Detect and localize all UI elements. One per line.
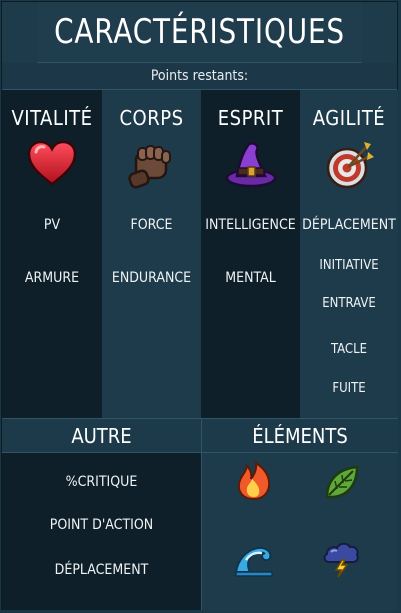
target-arrows-icon: [326, 142, 374, 189]
stat-mental[interactable]: MENTAL: [201, 270, 300, 286]
stat-deplacement[interactable]: DÉPLACEMENT: [300, 217, 398, 233]
stat-autre-deplacement[interactable]: DÉPLACEMENT: [2, 562, 201, 578]
column-corps: CORPS FORCE ENDURANCE: [102, 90, 201, 419]
column-agilite: AGILITÉ DÉPLACEMENT INITIATIVE ENTRAVE T…: [300, 90, 398, 419]
characteristics-panel: CARACTÉRISTIQUES Points restants: VITALI…: [1, 1, 398, 610]
elements-section: [202, 453, 398, 610]
stat-critique[interactable]: %CRITIQUE: [2, 474, 201, 490]
stat-force[interactable]: FORCE: [102, 217, 201, 233]
column-title-vitalite: VITALITÉ: [11, 106, 93, 130]
section-title-elements: ÉLÉMENTS: [202, 419, 398, 453]
fire-icon[interactable]: [234, 461, 274, 501]
autre-section: %CRITIQUE POINT D'ACTION DÉPLACEMENT: [2, 453, 201, 610]
leaf-icon[interactable]: [321, 463, 361, 503]
column-title-agilite: AGILITÉ: [312, 106, 386, 130]
stat-intelligence[interactable]: INTELLIGENCE: [201, 217, 300, 233]
section-title-autre: AUTRE: [2, 419, 201, 453]
stat-endurance[interactable]: ENDURANCE: [102, 270, 201, 286]
stat-pv[interactable]: PV: [2, 217, 102, 233]
stat-entrave[interactable]: ENTRAVE: [300, 296, 398, 311]
stat-tacle[interactable]: TACLE: [300, 342, 398, 357]
column-vitalite: VITALITÉ PV ARMURE: [2, 90, 102, 419]
stat-fuite[interactable]: FUITE: [300, 381, 398, 396]
storm-cloud-icon[interactable]: [321, 538, 361, 578]
stat-armure[interactable]: ARMURE: [2, 270, 102, 286]
stat-point-action[interactable]: POINT D'ACTION: [2, 517, 201, 533]
stat-initiative[interactable]: INITIATIVE: [300, 258, 398, 273]
water-wave-icon[interactable]: [234, 538, 274, 578]
remaining-points-label: Points restants:: [2, 63, 397, 90]
wizard-hat-icon: [225, 142, 276, 188]
panel-title: CARACTÉRISTIQUES: [37, 2, 362, 63]
column-title-esprit: ESPRIT: [217, 106, 284, 130]
heart-icon: [27, 140, 77, 186]
fist-icon: [127, 145, 171, 189]
column-title-corps: CORPS: [119, 106, 184, 130]
column-esprit: ESPRIT INTELLIGENCE MENTAL: [201, 90, 300, 419]
